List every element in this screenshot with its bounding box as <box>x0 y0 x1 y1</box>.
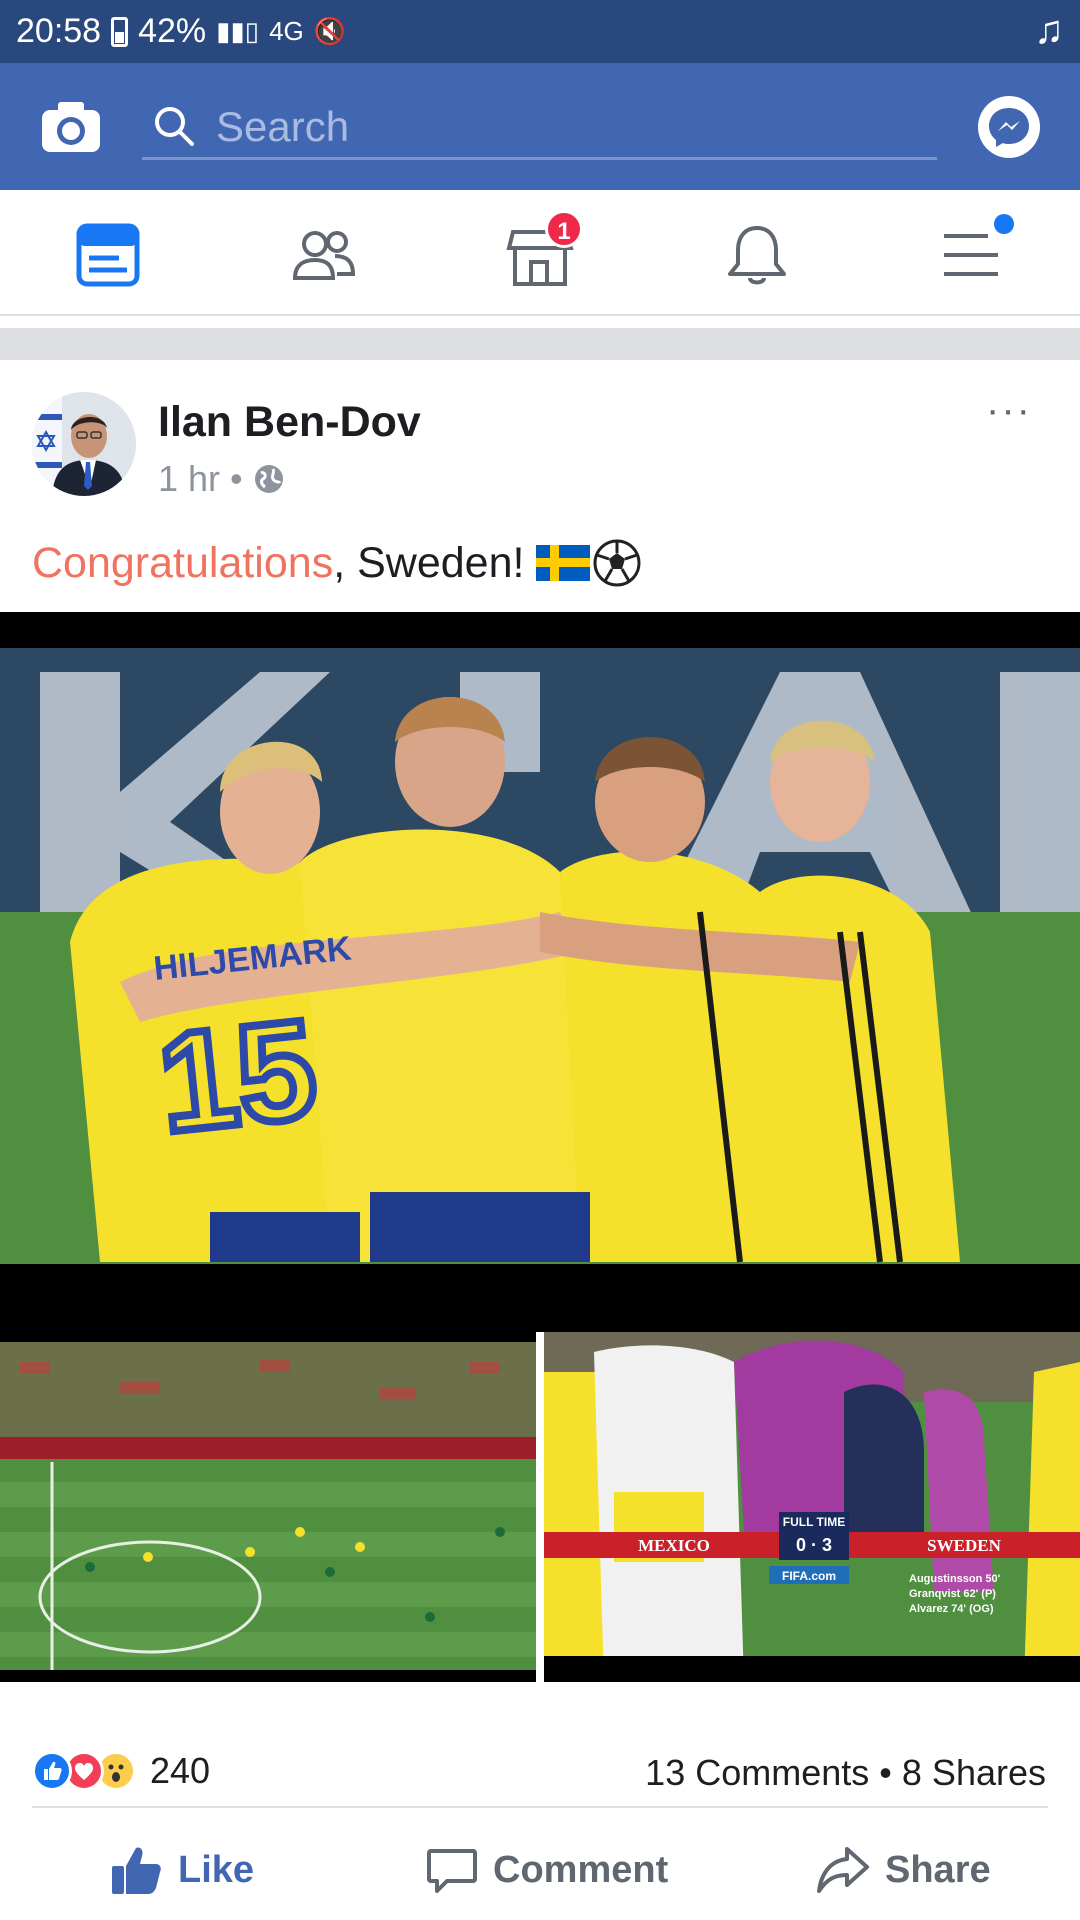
battery-level: 42% <box>138 12 207 50</box>
search-bar[interactable] <box>142 98 937 160</box>
shares-count[interactable]: 8 Shares <box>902 1752 1046 1793</box>
post-stats: 13 Comments • 8 Shares <box>645 1752 1046 1794</box>
meta-separator: • <box>230 458 243 499</box>
menu-icon[interactable] <box>938 214 1014 290</box>
post-photo-main[interactable]: HILJEMARK 15 <box>0 612 1080 1332</box>
status-time: 20:58 <box>16 12 102 50</box>
author-avatar[interactable] <box>32 392 136 496</box>
jersey-number: 15 <box>152 989 323 1161</box>
menu-notification-dot <box>994 214 1014 234</box>
scoreboard-home: MEXICO <box>638 1536 710 1555</box>
camera-icon[interactable] <box>40 98 102 156</box>
signal-icon: ▮▮▯ <box>216 16 260 46</box>
scoreboard-away: SWEDEN <box>927 1536 1001 1555</box>
scorer-line: Augustinsson 50' <box>909 1573 1001 1585</box>
post-text: Congratulations , Sweden! <box>32 538 642 588</box>
top-bar <box>0 63 1080 190</box>
share-icon <box>817 1847 869 1893</box>
mute-icon: 🔇 <box>313 16 347 46</box>
marketplace-badge: 1 <box>545 210 583 248</box>
scorer-line: Alvarez 74' (OG) <box>909 1603 994 1615</box>
globe-icon <box>254 465 283 493</box>
comment-button[interactable]: Comment <box>425 1830 668 1910</box>
news-feed-icon[interactable] <box>73 220 143 290</box>
more-options-button[interactable]: ··· <box>986 390 1032 430</box>
search-icon <box>155 107 194 146</box>
stats-separator: • <box>879 1752 892 1793</box>
sweden-flag-icon <box>536 545 591 581</box>
post-card: Ilan Ben-Dov 1 hr • ··· Congratulations … <box>0 360 1080 1920</box>
like-button[interactable]: Like <box>108 1830 254 1910</box>
comments-count[interactable]: 13 Comments <box>645 1752 869 1793</box>
scoreboard-label: FULL TIME <box>783 1515 845 1529</box>
feed-separator <box>0 328 1080 360</box>
post-time[interactable]: 1 hr <box>158 458 220 500</box>
post-meta: 1 hr • <box>158 458 285 500</box>
like-icon <box>112 1847 161 1894</box>
scoreboard-sponsor: FIFA.com <box>782 1569 836 1583</box>
messenger-icon[interactable] <box>978 96 1040 158</box>
notifications-icon[interactable] <box>722 220 792 290</box>
soccer-ball-icon <box>593 539 641 587</box>
music-icon: ♫ <box>1034 8 1064 52</box>
network-type: 4G <box>269 16 304 46</box>
main-nav: 1 <box>0 190 1080 316</box>
reactions-summary[interactable]: 240 <box>32 1750 210 1792</box>
reactions-count: 240 <box>150 1750 211 1791</box>
actions-divider <box>32 1806 1048 1808</box>
share-button[interactable]: Share <box>815 1830 991 1910</box>
post-text-highlight[interactable]: Congratulations <box>32 539 333 588</box>
share-label: Share <box>885 1848 991 1891</box>
battery-icon <box>111 16 129 47</box>
friends-icon[interactable] <box>289 220 359 290</box>
post-photo-stadium[interactable] <box>0 1332 536 1682</box>
author-name[interactable]: Ilan Ben-Dov <box>158 398 421 447</box>
comment-label: Comment <box>493 1848 669 1891</box>
scorer-line: Granqvist 62' (P) <box>909 1588 996 1600</box>
comment-icon <box>427 1849 477 1893</box>
post-photo-scoreboard[interactable]: FULL TIME 0 · 3 MEXICO SWEDEN FIFA.com A… <box>544 1332 1080 1682</box>
marketplace-icon[interactable]: 1 <box>505 210 583 290</box>
like-label: Like <box>178 1848 255 1891</box>
scoreboard-score: 0 · 3 <box>796 1535 832 1555</box>
like-reaction-icon <box>32 1751 72 1791</box>
post-text-body: , Sweden! <box>333 538 525 587</box>
search-input[interactable] <box>216 100 916 154</box>
status-bar: 20:58 42% ▮▮▯ 4G 🔇 ♫ <box>0 0 1080 63</box>
